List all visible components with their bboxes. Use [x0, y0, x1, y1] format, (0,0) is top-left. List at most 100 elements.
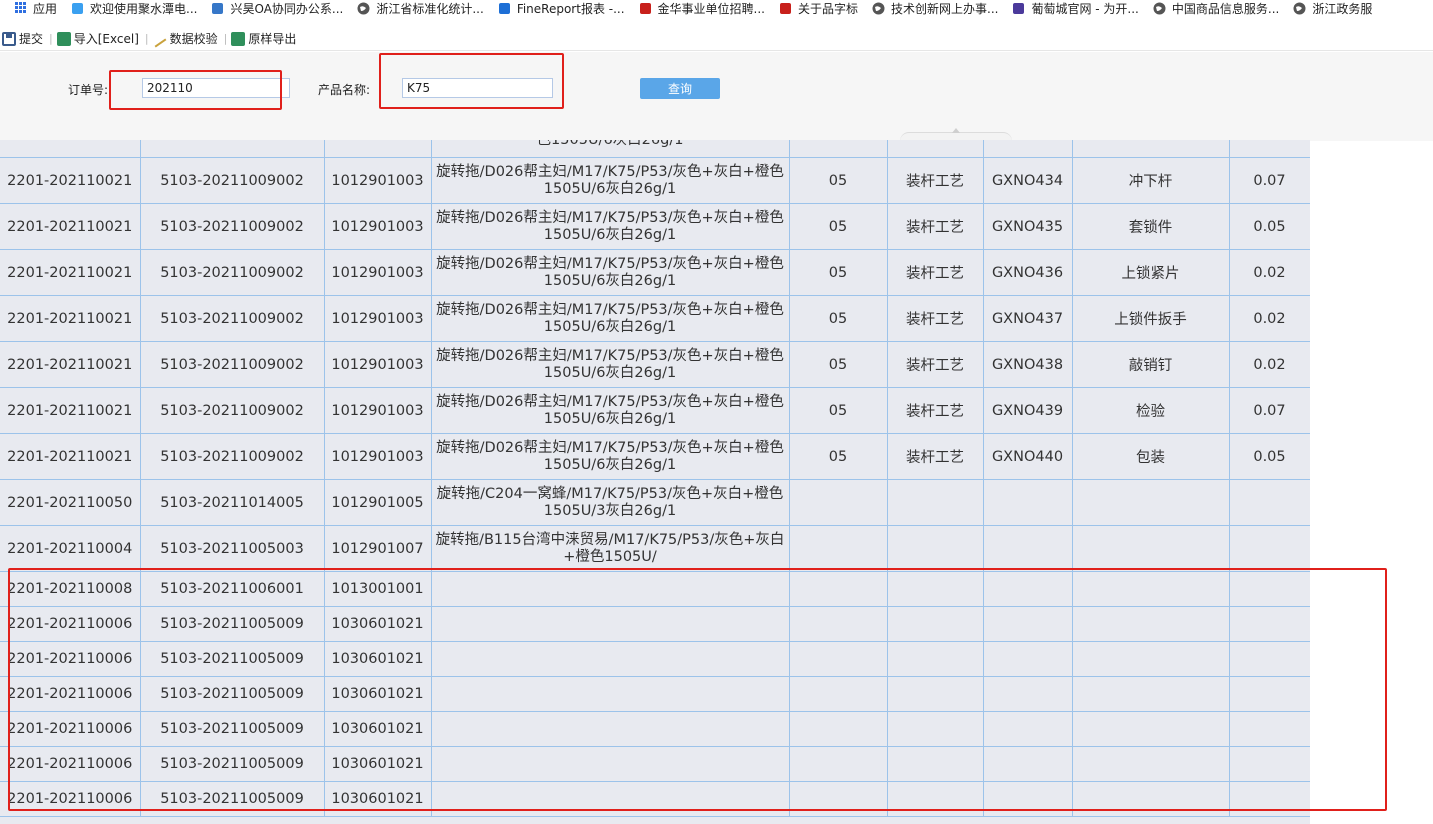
- process-name-cell[interactable]: [1072, 711, 1230, 747]
- product-name-cell[interactable]: 旋转拖/D026帮主妇/M17/K75/P53/灰色+灰白+橙色1505U/6灰…: [431, 157, 790, 204]
- order-no-cell[interactable]: 2201-202110021: [0, 157, 141, 204]
- process-name-cell[interactable]: [1072, 746, 1230, 782]
- bookmark-item[interactable]: 浙江政务服: [1293, 0, 1372, 16]
- process-no-cell[interactable]: 05: [789, 341, 888, 388]
- process-name-cell[interactable]: 上锁紧片: [1072, 249, 1230, 296]
- process-name-cell[interactable]: 上锁件扳手: [1072, 295, 1230, 342]
- import-excel-button[interactable]: 导入[Excel]: [55, 30, 143, 47]
- product-name-input[interactable]: [402, 78, 553, 98]
- product-name-cell[interactable]: 旋转拖/B115台湾中涞贸易/M17/K75/P53/灰色+灰白+橙色1505U…: [431, 525, 790, 572]
- process-type-cell[interactable]: [887, 781, 984, 817]
- process-no-cell[interactable]: 05: [789, 249, 888, 296]
- verify-button[interactable]: 数据校验: [151, 30, 222, 47]
- process-code-cell[interactable]: GXNO435: [983, 203, 1073, 250]
- product-code-cell[interactable]: 1030601021: [324, 746, 432, 782]
- process-no-cell[interactable]: 05: [789, 203, 888, 250]
- sales-order-cell[interactable]: 5103-20211009002: [140, 341, 325, 388]
- product-code-cell[interactable]: 1012901003: [324, 387, 432, 434]
- product-name-cell[interactable]: 旋转拖/D026帮主妇/M17/K75/P53/灰色+灰白+橙色1505U/6灰…: [431, 203, 790, 250]
- sales-order-cell[interactable]: 5103-20211005009: [140, 711, 325, 747]
- process-name-cell[interactable]: 包装: [1072, 433, 1230, 480]
- order-no-cell[interactable]: 2201-202110021: [0, 249, 141, 296]
- sales-order-cell[interactable]: 5103-20211009002: [140, 203, 325, 250]
- sales-order-cell[interactable]: 5103-20211005009: [140, 641, 325, 677]
- sales-order-cell[interactable]: 5103-20211005003: [140, 525, 325, 572]
- sales-order-cell[interactable]: 5103-20211009002: [140, 249, 325, 296]
- price-cell[interactable]: 0.05: [1229, 203, 1310, 250]
- process-name-cell[interactable]: [1072, 676, 1230, 712]
- bookmark-item[interactable]: 金华事业单位招聘...: [639, 0, 765, 16]
- sales-order-cell[interactable]: 5103-20211009002: [140, 157, 325, 204]
- price-cell[interactable]: 0.02: [1229, 341, 1310, 388]
- bookmark-item[interactable]: 应用: [14, 0, 57, 16]
- product-code-cell[interactable]: 1012901003: [324, 203, 432, 250]
- order-no-cell[interactable]: 2201-202110021: [0, 295, 141, 342]
- price-cell[interactable]: [1229, 746, 1310, 782]
- process-name-cell[interactable]: [1072, 525, 1230, 572]
- product-code-cell[interactable]: 1012901003: [324, 433, 432, 480]
- process-code-cell[interactable]: GXNO438: [983, 341, 1073, 388]
- process-code-cell[interactable]: [983, 479, 1073, 526]
- process-no-cell[interactable]: [789, 606, 888, 642]
- process-type-cell[interactable]: [887, 676, 984, 712]
- price-cell[interactable]: [1229, 525, 1310, 572]
- process-no-cell[interactable]: [789, 781, 888, 817]
- process-type-cell[interactable]: [887, 641, 984, 677]
- product-name-cell[interactable]: 旋转拖/D026帮主妇/M17/K75/P53/灰色+灰白+橙色1505U/6灰…: [431, 249, 790, 296]
- sales-order-cell[interactable]: 5103-20211005009: [140, 746, 325, 782]
- price-cell[interactable]: 0.02: [1229, 249, 1310, 296]
- process-type-cell[interactable]: 装杆工艺: [887, 295, 984, 342]
- process-code-cell[interactable]: [983, 606, 1073, 642]
- process-code-cell[interactable]: [983, 641, 1073, 677]
- process-no-cell[interactable]: [789, 525, 888, 572]
- product-name-cell[interactable]: [431, 571, 790, 607]
- process-no-cell[interactable]: [789, 479, 888, 526]
- order-no-cell[interactable]: 2201-202110021: [0, 203, 141, 250]
- sales-order-cell[interactable]: 5103-20211014005: [140, 479, 325, 526]
- process-name-cell[interactable]: [1072, 479, 1230, 526]
- process-type-cell[interactable]: 装杆工艺: [887, 341, 984, 388]
- product-code-cell[interactable]: 1012901003: [324, 295, 432, 342]
- order-no-cell[interactable]: 2201-202110004: [0, 525, 141, 572]
- price-cell[interactable]: [1229, 571, 1310, 607]
- process-type-cell[interactable]: [887, 606, 984, 642]
- sales-order-cell[interactable]: 5103-20211005009: [140, 781, 325, 817]
- order-no-cell[interactable]: 2201-202110008: [0, 571, 141, 607]
- product-code-cell[interactable]: 1013001001: [324, 571, 432, 607]
- process-no-cell[interactable]: [789, 571, 888, 607]
- process-code-cell[interactable]: GXNO436: [983, 249, 1073, 296]
- product-code-cell[interactable]: 1012901005: [324, 479, 432, 526]
- process-code-cell[interactable]: GXNO434: [983, 157, 1073, 204]
- process-type-cell[interactable]: 装杆工艺: [887, 249, 984, 296]
- price-cell[interactable]: 0.07: [1229, 387, 1310, 434]
- process-no-cell[interactable]: 05: [789, 157, 888, 204]
- order-no-cell[interactable]: 2201-202110021: [0, 387, 141, 434]
- product-name-cell[interactable]: [431, 781, 790, 817]
- bookmark-item[interactable]: 技术创新网上办事...: [872, 0, 998, 16]
- product-code-cell[interactable]: 1030601021: [324, 641, 432, 677]
- sales-order-cell[interactable]: 5103-20211005009: [140, 676, 325, 712]
- product-code-cell[interactable]: 1030601021: [324, 676, 432, 712]
- order-no-cell[interactable]: 2201-202110021: [0, 433, 141, 480]
- process-no-cell[interactable]: [789, 641, 888, 677]
- order-no-cell[interactable]: 2201-202110006: [0, 746, 141, 782]
- process-code-cell[interactable]: [983, 525, 1073, 572]
- order-no-cell[interactable]: 2201-202110050: [0, 479, 141, 526]
- product-name-cell[interactable]: [431, 676, 790, 712]
- bookmark-item[interactable]: 欢迎使用聚水潭电...: [71, 0, 197, 16]
- sales-order-cell[interactable]: 5103-20211009002: [140, 433, 325, 480]
- bookmark-item[interactable]: 浙江省标准化统计...: [357, 0, 484, 16]
- product-name-cell[interactable]: [431, 746, 790, 782]
- process-no-cell[interactable]: 05: [789, 433, 888, 480]
- process-type-cell[interactable]: [887, 525, 984, 572]
- process-no-cell[interactable]: [789, 746, 888, 782]
- product-code-cell[interactable]: 1030601021: [324, 606, 432, 642]
- order-no-cell[interactable]: 2201-202110006: [0, 641, 141, 677]
- order-no-cell[interactable]: 2201-202110006: [0, 711, 141, 747]
- process-name-cell[interactable]: 检验: [1072, 387, 1230, 434]
- process-code-cell[interactable]: GXNO439: [983, 387, 1073, 434]
- process-type-cell[interactable]: [887, 479, 984, 526]
- order-number-input[interactable]: [142, 78, 290, 98]
- price-cell[interactable]: 0.05: [1229, 433, 1310, 480]
- process-name-cell[interactable]: 套锁件: [1072, 203, 1230, 250]
